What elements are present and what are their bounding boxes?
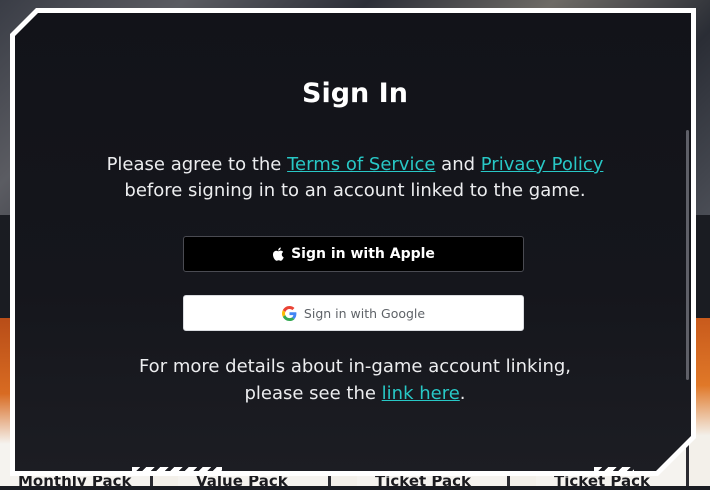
agreement-text-part: Please agree to the (106, 154, 288, 175)
google-button-label: Sign in with Google (303, 305, 426, 321)
apple-button-label: Sign in with Apple (291, 246, 435, 262)
details-text-part: For more details about in-game account l… (138, 356, 572, 377)
agreement-text-part: before signing in to an account linked t… (124, 180, 586, 201)
agreement-text-part: and (435, 154, 481, 175)
agreement-text: Please agree to the Terms of Service and… (0, 152, 710, 204)
frame-stripe-decoration (594, 467, 634, 471)
frame-stripe-decoration (10, 238, 14, 268)
terms-of-service-link[interactable]: Terms of Service (287, 154, 435, 175)
frame-stripe-decoration (434, 8, 484, 12)
sign-in-with-google-button[interactable]: Sign in with Google (183, 295, 524, 331)
dialog-title: Sign In (302, 78, 408, 109)
details-text-part: please see the (244, 383, 382, 404)
sign-in-with-apple-button[interactable]: Sign in with Apple (183, 236, 524, 272)
account-linking-link[interactable]: link here (382, 383, 460, 404)
apple-icon (272, 247, 284, 261)
privacy-policy-link[interactable]: Privacy Policy (481, 154, 604, 175)
details-text-part: . (459, 383, 466, 404)
frame-stripe-decoration (132, 467, 222, 471)
account-linking-details: For more details about in-game account l… (0, 353, 710, 407)
google-icon (281, 305, 297, 321)
